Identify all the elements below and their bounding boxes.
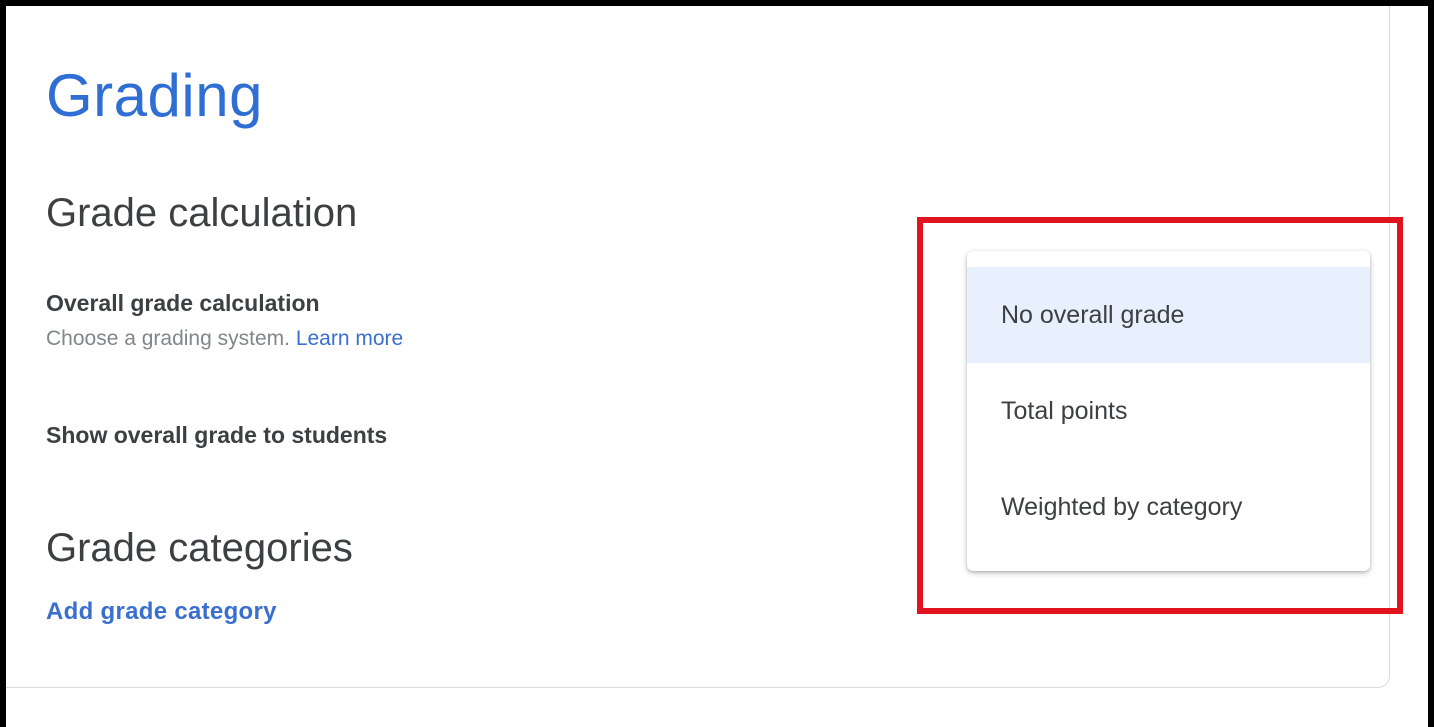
grading-system-hint: Choose a grading system. (46, 327, 290, 350)
grade-calculation-dropdown-menu: No overall grade Total points Weighted b… (967, 251, 1370, 571)
grade-categories-heading: Grade categories (46, 526, 353, 570)
menu-option-weighted-by-category[interactable]: Weighted by category (967, 459, 1370, 555)
overall-grade-calculation-description: Choose a grading system. Learn more (46, 326, 403, 352)
show-overall-grade-label: Show overall grade to students (46, 422, 388, 448)
page-title: Grading (46, 62, 263, 129)
grade-calculation-heading: Grade calculation (46, 191, 358, 235)
menu-option-total-points[interactable]: Total points (967, 363, 1370, 459)
overall-grade-calculation-label: Overall grade calculation (46, 290, 320, 316)
menu-option-no-overall-grade[interactable]: No overall grade (967, 267, 1370, 363)
add-grade-category-button[interactable]: Add grade category (46, 597, 277, 627)
learn-more-link[interactable]: Learn more (296, 327, 403, 350)
